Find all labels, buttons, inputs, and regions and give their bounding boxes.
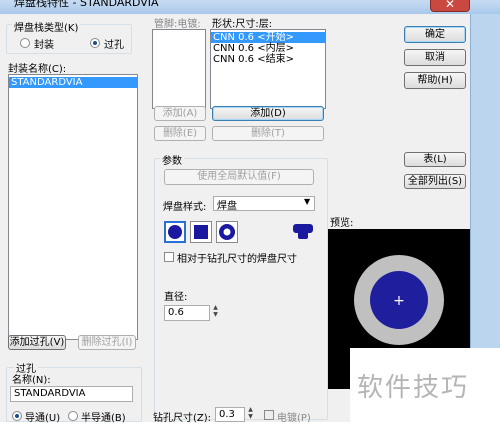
diameter-value: 0.6 [168, 307, 184, 318]
pad-style-label: 焊盘样式: [163, 202, 207, 213]
package-name-label: 封装名称(C): [8, 64, 67, 75]
cancel-button[interactable]: 取消 [404, 49, 466, 66]
close-icon: ✕ [444, 0, 456, 11]
window-title: 焊盘栈特性 - STANDARDVIA [14, 0, 159, 9]
drill-size-value: 0.3 [219, 409, 235, 420]
delete-pin-button[interactable]: 删除(E) [154, 126, 206, 141]
shape-list-label: 形状:尺寸:层: [212, 19, 273, 30]
pad-style-select[interactable]: 焊盘 ▼ [213, 196, 315, 212]
list-item[interactable]: CNN 0.6 <开始> [211, 32, 325, 43]
add-shape-button[interactable]: 添加(D) [212, 106, 324, 121]
delete-via-button[interactable]: 删除过孔(I) [78, 335, 136, 350]
diameter-input[interactable]: 0.6 [164, 305, 210, 321]
radio-package-label[interactable]: 封装 [34, 36, 54, 51]
list-item[interactable]: STANDARDVIA [9, 77, 137, 88]
annular-shape-button[interactable] [216, 221, 238, 243]
package-name-list[interactable]: STANDARDVIA [8, 74, 138, 340]
close-button[interactable]: ✕ [430, 0, 470, 12]
radio-package[interactable] [20, 38, 30, 48]
title-bar: 焊盘栈特性 - STANDARDVIA ✕ [0, 0, 500, 14]
preview-label: 预览: [330, 218, 354, 229]
watermark: 软件技巧 [350, 348, 500, 422]
relative-size-checkbox[interactable] [164, 252, 174, 262]
delete-shape-button[interactable]: 删除(T) [212, 126, 324, 141]
pad-style-value: 焊盘 [217, 201, 237, 212]
pin-list-label: 管脚:电镀: [154, 19, 201, 30]
radio-partial[interactable] [68, 411, 78, 421]
radio-via[interactable] [90, 38, 100, 48]
drill-size-input[interactable]: 0.3 [215, 407, 245, 422]
via-name-label: 名称(N): [12, 375, 51, 386]
list-item[interactable]: CNN 0.6 <结束> [211, 54, 325, 65]
via-name-value: STANDARDVIA [14, 388, 86, 399]
list-item[interactable]: CNN 0.6 <内层> [211, 43, 325, 54]
diameter-label: 直径: [164, 292, 188, 303]
add-via-button[interactable]: 添加过孔(V) [8, 335, 66, 350]
add-pin-button[interactable]: 添加(A) [154, 106, 206, 121]
pad-stack-type-label: 焊盘栈类型(K) [12, 19, 81, 34]
annular-ring-icon [219, 224, 235, 240]
circle-shape-icon [168, 225, 182, 239]
help-button[interactable]: 帮助(H) [404, 72, 466, 89]
list-all-button[interactable]: 全部列出(S) [404, 174, 466, 189]
watermark-text: 软件技巧 [357, 373, 470, 403]
parameters-label: 参数 [160, 152, 184, 167]
shape-list[interactable]: CNN 0.6 <开始> CNN 0.6 <内层> CNN 0.6 <结束> [210, 29, 326, 109]
relative-size-label[interactable]: 相对于钻孔尺寸的焊盘尺寸 [177, 250, 297, 265]
square-shape-button[interactable] [190, 221, 212, 243]
table-button[interactable]: 表(L) [404, 152, 466, 167]
round-shape-button[interactable] [164, 221, 186, 243]
pin-list[interactable] [152, 29, 206, 109]
radio-via-label[interactable]: 过孔 [104, 36, 124, 51]
drill-size-spinner[interactable]: ▲ ▼ [246, 406, 255, 420]
thermal-pad-icon [293, 224, 313, 239]
chevron-down-icon: ▼ [304, 197, 311, 206]
crosshair-icon: + [393, 293, 405, 309]
square-shape-icon [194, 225, 208, 239]
use-global-defaults-button[interactable]: 使用全局默认值(F) [164, 169, 314, 185]
diameter-spinner[interactable]: ▲ ▼ [211, 304, 220, 318]
thermal-shape-button[interactable] [292, 221, 314, 243]
via-name-input[interactable]: STANDARDVIA [10, 386, 133, 402]
plated-checkbox[interactable] [264, 410, 274, 420]
radio-through[interactable] [12, 411, 22, 421]
ok-button[interactable]: 确定 [404, 26, 466, 43]
